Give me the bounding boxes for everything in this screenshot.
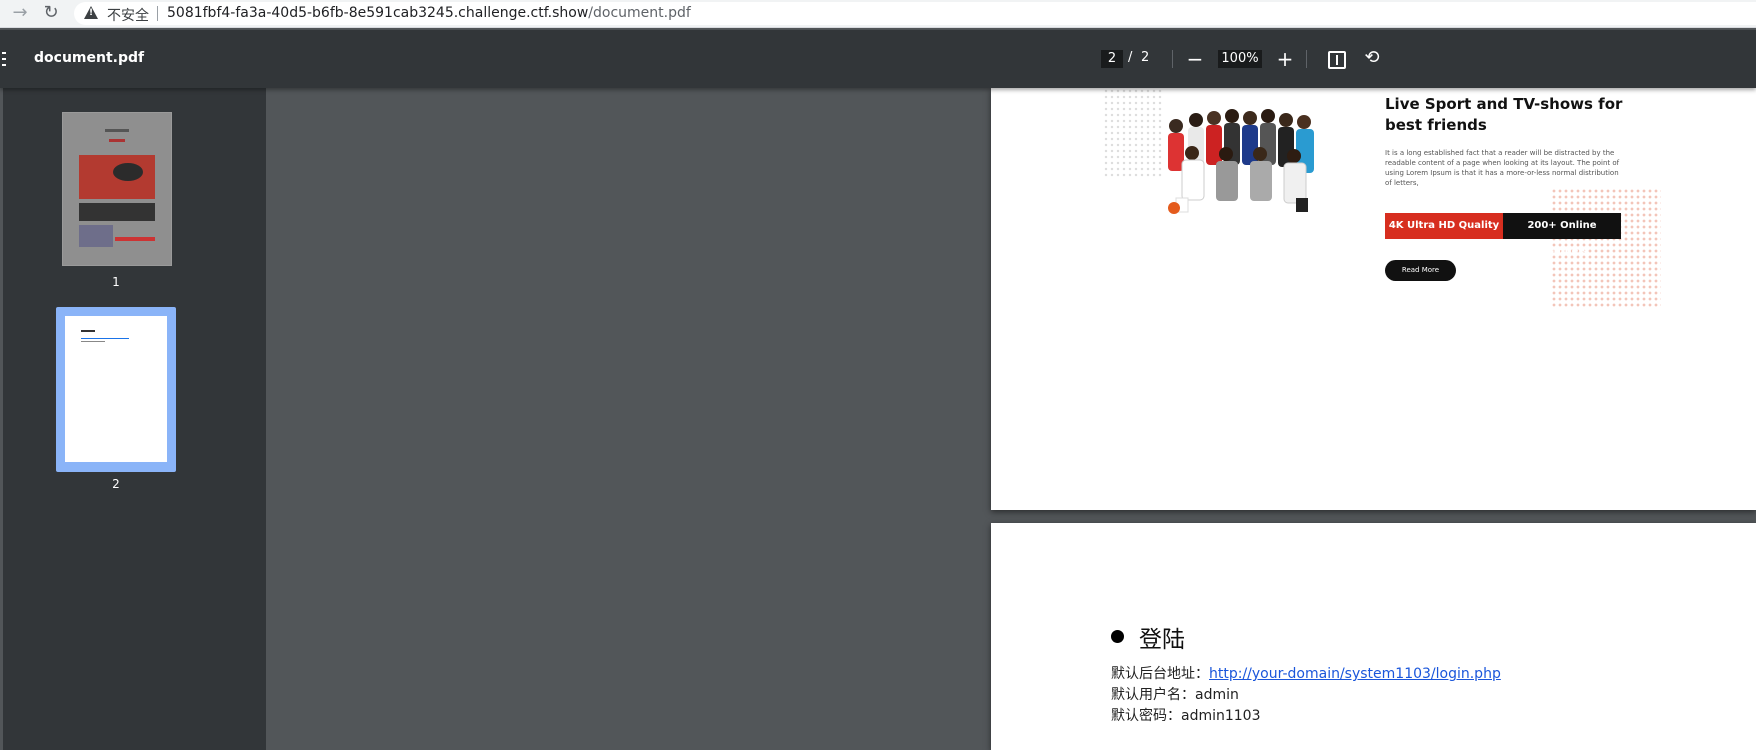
browser-address-bar: → ↻ 不安全 5081fbf4-fa3a-40d5-b6fb-8e591cab… [0, 0, 1756, 28]
forward-icon[interactable]: → [9, 2, 31, 24]
thumbnail-label: 2 [112, 477, 120, 491]
thumbnail-page-2[interactable] [65, 316, 167, 462]
password-line: 默认密码：admin1103 [1111, 708, 1261, 724]
omnibox[interactable]: 不安全 5081fbf4-fa3a-40d5-b6fb-8e591cab3245… [74, 2, 1756, 25]
document-title: document.pdf [34, 50, 145, 66]
zoom-in-icon[interactable]: + [1273, 46, 1297, 72]
zoom-input[interactable]: 100% [1218, 50, 1262, 68]
pdf-page-1: Live Sport and TV-shows for best friends… [991, 88, 1756, 510]
admin-url-link[interactable]: http://your-domain/system1103/login.php [1209, 666, 1501, 682]
page-number-input[interactable]: 2 [1101, 50, 1123, 68]
reload-icon[interactable]: ↻ [40, 2, 62, 24]
omnibox-divider [157, 6, 158, 21]
url-text[interactable]: 5081fbf4-fa3a-40d5-b6fb-8e591cab3245.cha… [167, 5, 691, 21]
thumbnail-sidebar: 1 2 [3, 88, 266, 750]
username-line: 默认用户名：admin [1111, 687, 1239, 703]
toolbar-divider [1306, 50, 1307, 68]
admin-url-label: 默认后台地址： [1111, 666, 1209, 682]
thumbnail-label: 1 [112, 275, 120, 289]
warning-icon[interactable] [84, 6, 98, 19]
group-photo [1168, 109, 1314, 214]
bullet-icon [1111, 630, 1124, 643]
quality-badge: 4K Ultra HD Quality [1385, 213, 1503, 239]
thumbnail-page-1[interactable] [62, 112, 172, 266]
decorative-dots [1103, 88, 1163, 178]
page-total: 2 [1141, 50, 1150, 65]
pdf-toolbar: document.pdf 2 / 2 − 100% + ⟲ [0, 30, 1756, 88]
pdf-page-2: 登陆 默认后台地址：http://your-domain/system1103/… [991, 523, 1756, 750]
zoom-out-icon[interactable]: − [1183, 46, 1207, 72]
fit-page-icon[interactable] [1328, 51, 1346, 69]
url-host: 5081fbf4-fa3a-40d5-b6fb-8e591cab3245.cha… [167, 5, 589, 21]
admin-url-line: 默认后台地址：http://your-domain/system1103/log… [1111, 663, 1501, 683]
page-separator: / [1128, 50, 1133, 65]
menu-icon[interactable] [2, 52, 6, 66]
hero-description: It is a long established fact that a rea… [1385, 149, 1620, 187]
url-path: /document.pdf [588, 5, 691, 21]
security-label[interactable]: 不安全 [107, 5, 149, 25]
channels-badge: 200+ Online Channels [1503, 213, 1621, 257]
read-more-button: Read More [1385, 260, 1456, 281]
toolbar-divider [1172, 50, 1173, 68]
rotate-icon[interactable]: ⟲ [1363, 49, 1381, 67]
login-heading: 登陆 [1139, 627, 1185, 653]
hero-title: Live Sport and TV-shows for best friends [1385, 95, 1623, 134]
